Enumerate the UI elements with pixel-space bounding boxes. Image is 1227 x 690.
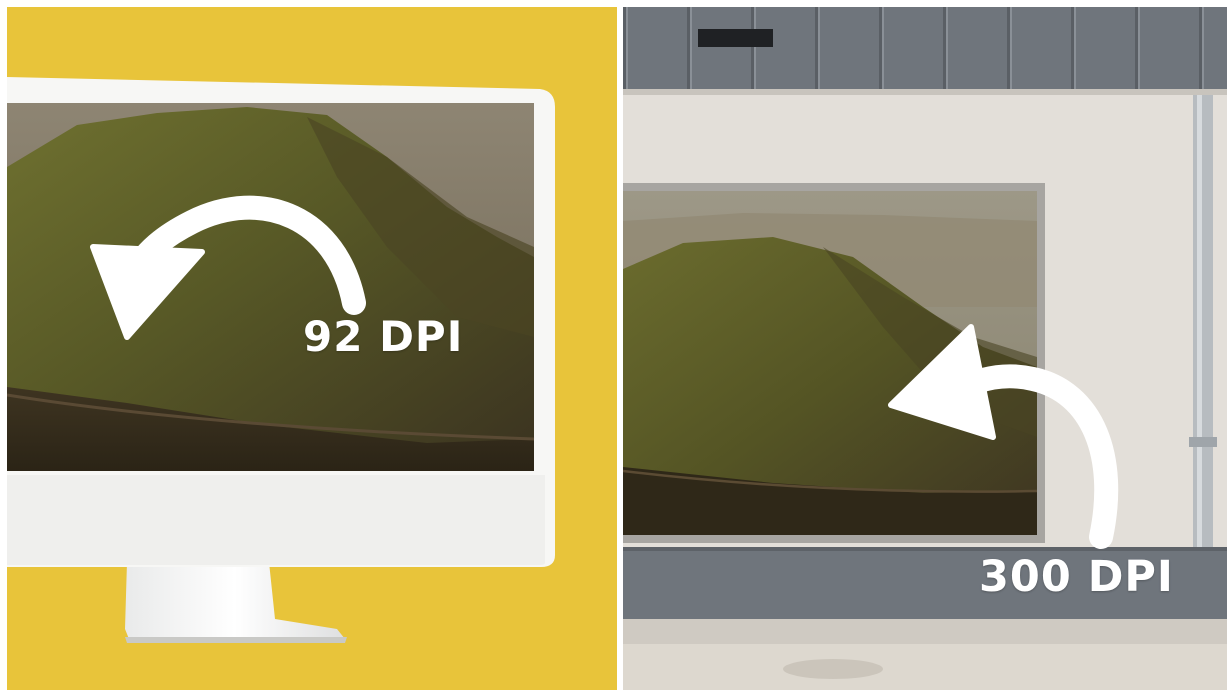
sidewalk (623, 644, 1227, 690)
monitor-screen (7, 103, 535, 471)
monitor-chin (7, 475, 545, 565)
wall-poster-scene: 300 DPI (623, 7, 1227, 690)
dpi-label-92: 92 DPI (303, 312, 464, 361)
curb (623, 619, 1227, 644)
drainpipe (1193, 95, 1213, 617)
vent-slot (698, 29, 773, 47)
metal-cladding (623, 7, 1227, 89)
dpi-label-300: 300 DPI (979, 552, 1174, 602)
monitor-scene: 92 DPI (7, 7, 617, 690)
